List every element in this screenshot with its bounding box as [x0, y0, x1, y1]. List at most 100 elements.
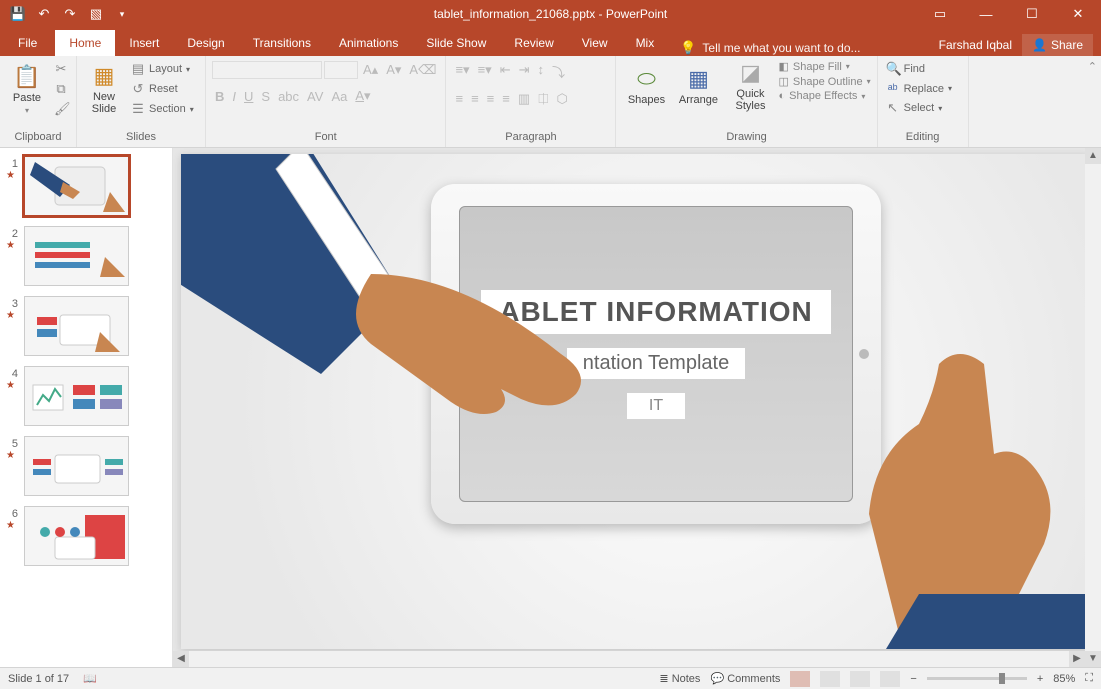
- slide-canvas[interactable]: ABLET INFORMATION ntation Template IT: [181, 154, 1089, 649]
- thumbnail-4[interactable]: 4★: [6, 366, 166, 426]
- align-right-button[interactable]: ≡: [484, 89, 498, 109]
- editing-label: Editing: [884, 129, 962, 145]
- collapse-ribbon-icon[interactable]: ⌃: [1088, 60, 1097, 73]
- font-size-dropdown[interactable]: [324, 61, 358, 79]
- redo-icon[interactable]: ↷: [58, 2, 82, 26]
- group-drawing: ⬭ Shapes ▦ Arrange ◪ Quick Styles ◧Shape…: [616, 56, 877, 147]
- bold-button[interactable]: B: [212, 87, 227, 106]
- save-icon[interactable]: 💾: [6, 2, 30, 26]
- thumb-num: 4: [6, 366, 18, 380]
- maximize-icon[interactable]: ☐: [1009, 0, 1055, 28]
- tab-mix[interactable]: Mix: [622, 30, 669, 56]
- shape-fill-button[interactable]: ◧Shape Fill▾: [778, 60, 870, 73]
- tab-review[interactable]: Review: [500, 30, 567, 56]
- tab-home[interactable]: Home: [55, 30, 115, 56]
- ribbon-display-options-icon[interactable]: ▭: [917, 0, 963, 28]
- start-from-beginning-icon[interactable]: ▧: [84, 2, 108, 26]
- quick-styles-button[interactable]: ◪ Quick Styles: [726, 60, 774, 112]
- clear-formatting-icon[interactable]: A⌫: [406, 60, 439, 80]
- thumb-num: 5: [6, 436, 18, 450]
- slide-thumbnails-pane[interactable]: 1★ 2★ 3★ 4★ 5★ 6★: [0, 148, 173, 667]
- text-direction-button[interactable]: ⤵: [549, 60, 568, 83]
- change-case-button[interactable]: Aa: [328, 87, 350, 106]
- shapes-label: Shapes: [628, 94, 665, 106]
- tab-file[interactable]: File: [0, 30, 55, 56]
- thumbnail-6[interactable]: 6★: [6, 506, 166, 566]
- share-button[interactable]: 👤 Share: [1022, 34, 1093, 56]
- decrease-font-icon[interactable]: A▾: [383, 60, 404, 80]
- increase-font-icon[interactable]: A▴: [360, 60, 381, 80]
- numbering-button[interactable]: ≡▾: [475, 60, 495, 83]
- qat-customize-icon[interactable]: ▾: [110, 2, 134, 26]
- align-left-button[interactable]: ≡: [452, 89, 466, 109]
- shape-effects-button[interactable]: ◐Shape Effects▾: [778, 90, 870, 102]
- paste-button[interactable]: 📋 Paste ▾: [6, 60, 48, 118]
- format-painter-icon: 🖌: [54, 101, 68, 117]
- tab-view[interactable]: View: [568, 30, 622, 56]
- thumbnail-5[interactable]: 5★: [6, 436, 166, 496]
- tab-design[interactable]: Design: [173, 30, 238, 56]
- shape-outline-button[interactable]: ◫Shape Outline▾: [778, 75, 870, 88]
- close-icon[interactable]: ✕: [1055, 0, 1101, 28]
- align-center-button[interactable]: ≡: [468, 89, 482, 109]
- increase-indent-button[interactable]: ⇥: [516, 60, 533, 83]
- smartart-button[interactable]: ⬡: [554, 89, 571, 109]
- scroll-left-icon[interactable]: ◀: [173, 651, 189, 667]
- ribbon-tabs: File Home Insert Design Transitions Anim…: [0, 28, 1101, 56]
- titlebar: 💾 ↶ ↷ ▧ ▾ tablet_information_21068.pptx …: [0, 0, 1101, 28]
- thumbnail-1[interactable]: 1★: [6, 156, 166, 216]
- thumbnail-3[interactable]: 3★: [6, 296, 166, 356]
- thumb-num: 1: [6, 156, 18, 170]
- reset-icon: ↺: [131, 81, 145, 97]
- copy-button[interactable]: ⧉: [52, 80, 70, 98]
- tab-insert[interactable]: Insert: [115, 30, 173, 56]
- underline-button[interactable]: U: [241, 87, 256, 106]
- thumbnail-2[interactable]: 2★: [6, 226, 166, 286]
- replace-button[interactable]: ᵃᵇReplace▾: [884, 80, 954, 97]
- shape-effects-icon: ◐: [778, 90, 785, 102]
- character-spacing-button[interactable]: AV: [304, 87, 326, 106]
- layout-button[interactable]: ▤Layout▾: [129, 60, 199, 78]
- tell-me-search[interactable]: 💡 Tell me what you want to do...: [680, 40, 860, 56]
- new-slide-label: New Slide: [92, 91, 116, 115]
- bullets-button[interactable]: ≡▾: [452, 60, 472, 83]
- section-button[interactable]: ☰Section▾: [129, 100, 199, 118]
- cut-icon: ✂: [54, 61, 68, 77]
- section-label: Section: [149, 103, 186, 115]
- arrange-button[interactable]: ▦ Arrange: [674, 60, 722, 112]
- italic-button[interactable]: I: [229, 87, 239, 106]
- select-button[interactable]: ↖Select▾: [884, 99, 954, 117]
- slide-canvas-area: ABLET INFORMATION ntation Template IT ▲ …: [173, 148, 1101, 667]
- tab-transitions[interactable]: Transitions: [239, 30, 325, 56]
- font-color-button[interactable]: A▾: [352, 86, 373, 106]
- font-family-dropdown[interactable]: [212, 61, 322, 79]
- find-button[interactable]: 🔍Find: [884, 60, 954, 78]
- justify-button[interactable]: ≡: [499, 89, 513, 109]
- reset-button[interactable]: ↺Reset: [129, 80, 199, 98]
- user-name[interactable]: Farshad Iqbal: [939, 38, 1012, 52]
- text-shadow-button[interactable]: abc: [275, 87, 302, 106]
- arrange-icon: ▦: [688, 66, 709, 92]
- minimize-icon[interactable]: —: [963, 0, 1009, 28]
- tab-animations[interactable]: Animations: [325, 30, 412, 56]
- group-clipboard: 📋 Paste ▾ ✂ ⧉ 🖌 Clipboard: [0, 56, 77, 147]
- decrease-indent-button[interactable]: ⇤: [497, 60, 514, 83]
- scroll-down-icon[interactable]: ▼: [1085, 651, 1101, 667]
- scroll-right-icon[interactable]: ▶: [1069, 651, 1085, 667]
- share-label: Share: [1051, 38, 1083, 52]
- undo-icon[interactable]: ↶: [32, 2, 56, 26]
- scroll-up-icon[interactable]: ▲: [1085, 148, 1101, 164]
- shapes-button[interactable]: ⬭ Shapes: [622, 60, 670, 112]
- new-slide-button[interactable]: ▦ New Slide: [83, 60, 125, 118]
- align-text-button[interactable]: ⎅: [535, 89, 551, 109]
- line-spacing-button[interactable]: ↕: [535, 60, 548, 83]
- cut-button[interactable]: ✂: [52, 60, 70, 78]
- vertical-scrollbar[interactable]: ▲ ▼: [1085, 148, 1101, 667]
- columns-button[interactable]: ▥: [515, 89, 533, 109]
- new-slide-icon: ▦: [94, 63, 115, 89]
- strikethrough-button[interactable]: S: [258, 87, 273, 106]
- horizontal-scrollbar[interactable]: ◀ ▶: [173, 651, 1085, 667]
- copy-icon: ⧉: [54, 81, 68, 97]
- tab-slideshow[interactable]: Slide Show: [412, 30, 500, 56]
- format-painter-button[interactable]: 🖌: [52, 100, 70, 118]
